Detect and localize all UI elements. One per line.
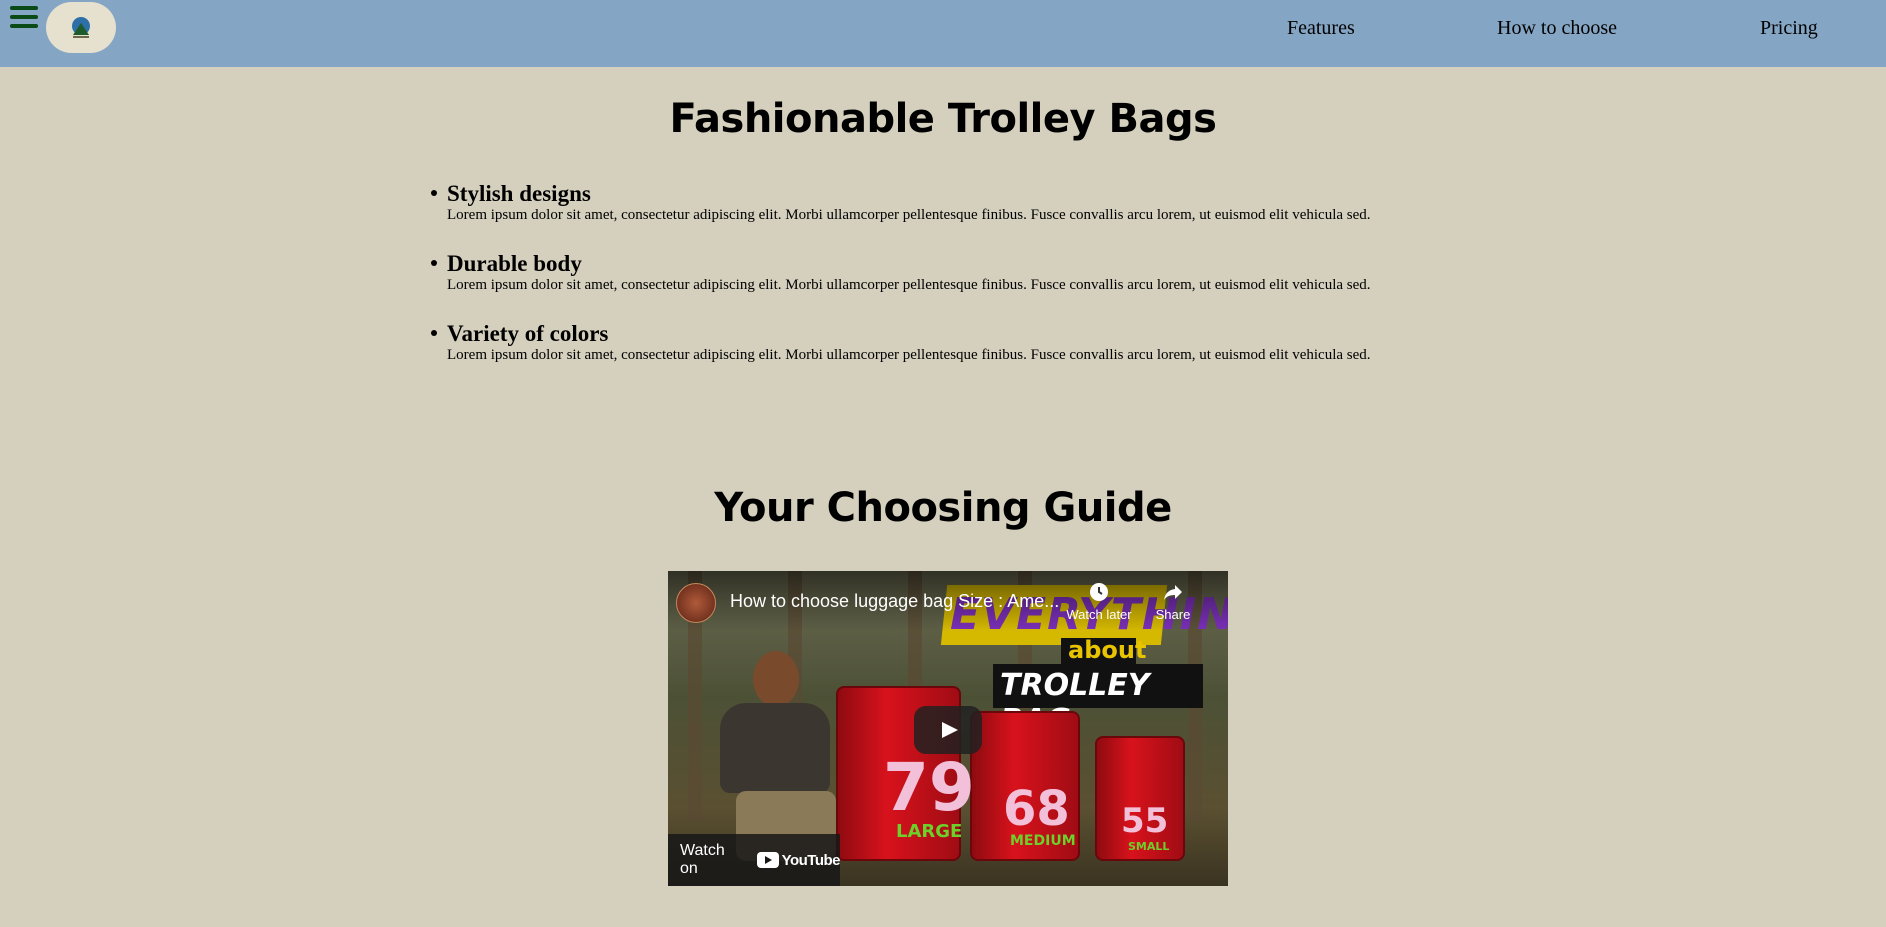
feature-description: Lorem ipsum dolor sit amet, consectetur … xyxy=(447,347,1371,363)
size-word: LARGE xyxy=(896,821,963,842)
clock-icon xyxy=(1090,583,1108,601)
size-word: SMALL xyxy=(1128,840,1170,853)
feature-description: Lorem ipsum dolor sit amet, consectetur … xyxy=(447,277,1371,293)
watch-later-button[interactable]: Watch later xyxy=(1063,581,1135,622)
video-title[interactable]: How to choose luggage bag Size : Ame... xyxy=(730,591,1059,612)
business-logo-icon[interactable] xyxy=(46,2,116,53)
size-number: 68 xyxy=(1003,781,1070,837)
youtube-logo-icon: YouTube xyxy=(756,852,841,869)
size-word: MEDIUM xyxy=(1010,833,1076,849)
play-button[interactable] xyxy=(914,706,982,754)
share-button[interactable]: Share xyxy=(1151,581,1195,622)
feature-item: Variety of colors Lorem ipsum dolor sit … xyxy=(431,321,1491,363)
nav-link-features[interactable]: Features xyxy=(1287,17,1355,40)
guide-title: Your Choosing Guide xyxy=(714,485,1172,531)
thumbnail-banner-text: about xyxy=(1068,636,1147,664)
watch-on-youtube-button[interactable]: Watch on YouTube xyxy=(668,834,841,886)
navbar: Features How to choose Pricing xyxy=(0,0,1886,67)
feature-title: Stylish designs xyxy=(447,181,591,206)
feature-description: Lorem ipsum dolor sit amet, consectetur … xyxy=(447,207,1371,223)
channel-avatar[interactable] xyxy=(676,583,716,623)
size-number: 55 xyxy=(1121,801,1169,841)
page-title: Fashionable Trolley Bags xyxy=(669,96,1217,142)
youtube-video-embed[interactable]: EVERYTHING about TROLLEY BAG 79 LARGE 68… xyxy=(668,571,1228,886)
bullet-icon xyxy=(431,190,437,196)
size-number: 79 xyxy=(883,749,975,826)
watch-on-label: Watch on xyxy=(680,842,725,877)
feature-item: Stylish designs Lorem ipsum dolor sit am… xyxy=(431,181,1491,223)
nav-link-how-to-choose[interactable]: How to choose xyxy=(1497,17,1617,40)
feature-title: Variety of colors xyxy=(447,321,609,346)
feature-item: Durable body Lorem ipsum dolor sit amet,… xyxy=(431,251,1491,293)
nav-link-pricing[interactable]: Pricing xyxy=(1760,17,1818,40)
bullet-icon xyxy=(431,260,437,266)
bullet-icon xyxy=(431,330,437,336)
watch-later-label: Watch later xyxy=(1066,607,1132,622)
share-label: Share xyxy=(1155,607,1191,622)
feature-title: Durable body xyxy=(447,251,582,276)
hamburger-menu-icon[interactable] xyxy=(10,4,38,28)
feature-list: Stylish designs Lorem ipsum dolor sit am… xyxy=(431,181,1491,391)
share-arrow-icon xyxy=(1164,585,1182,600)
